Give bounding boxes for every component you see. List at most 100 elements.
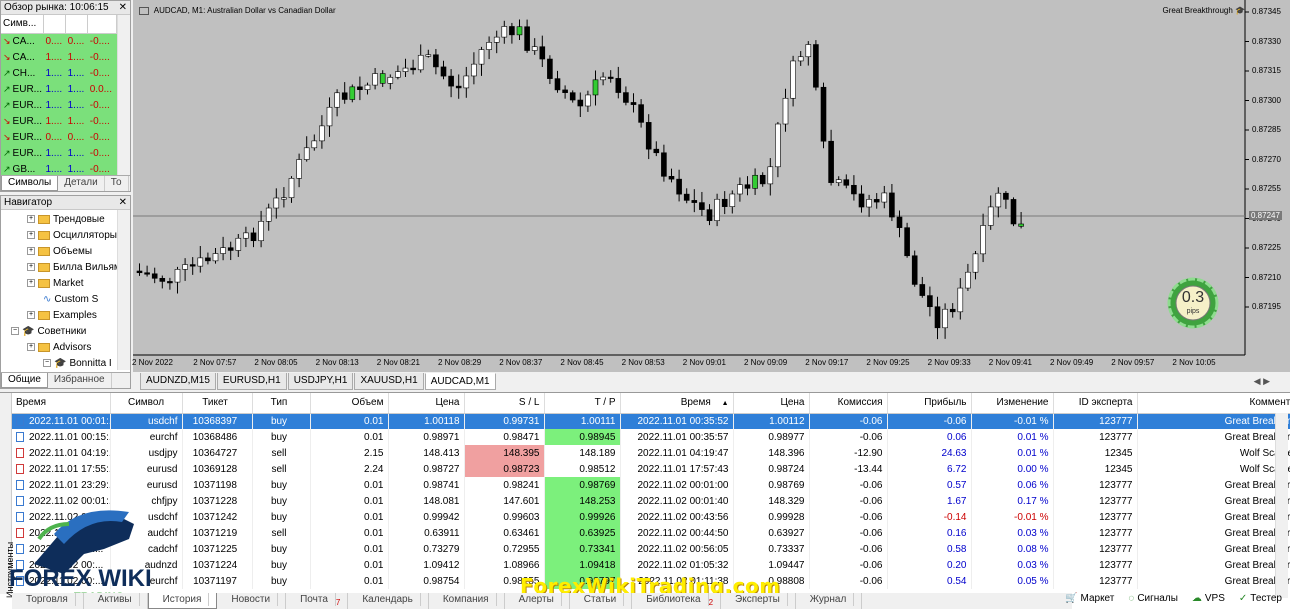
history-row[interactable]: 2022.11.01 23:29:... eurusd 10371198 buy… (12, 477, 1290, 493)
expand-icon[interactable]: − (11, 327, 19, 336)
sort-asc-icon[interactable]: ▲ (722, 400, 729, 407)
history-col-header[interactable]: Объем (310, 393, 389, 414)
chart-tabs-scroll[interactable]: ◀ ▶ (1254, 376, 1270, 387)
market-watch-row[interactable]: ↘ CA... 0.... 0.... -0.... (1, 33, 117, 49)
chart-tab[interactable]: XAUUSD,H1 (354, 373, 424, 390)
expand-icon[interactable]: + (27, 279, 35, 288)
navigator-item[interactable]: ∿ Custom S (1, 292, 130, 308)
market-watch-row[interactable]: ↘ CA... 1.... 1.... -0.... (1, 49, 117, 65)
history-row[interactable]: 2022.11.02 00:... usdchf 10371242 buy 0.… (12, 509, 1290, 525)
tab-symbols[interactable]: Символы (1, 176, 59, 191)
symbol-cell: ↘ CA... (1, 49, 44, 65)
history-col-header[interactable]: S / L (464, 393, 545, 414)
navigator-item[interactable]: − 🎓 Bonnitta I (1, 356, 130, 372)
history-scrollbar[interactable] (1275, 413, 1288, 598)
status-button[interactable]: ✓ Тестер (1239, 593, 1282, 604)
terminal-tab[interactable]: История (147, 593, 218, 609)
navigator-item[interactable]: + Examples (1, 308, 130, 324)
status-button[interactable]: ☁ VPS (1192, 593, 1225, 604)
col-bid[interactable] (43, 15, 67, 34)
expand-icon[interactable]: + (27, 231, 35, 240)
tab-favorites[interactable]: Избранное (48, 373, 112, 388)
market-watch-row[interactable]: ↘ EUR... 0.... 0.... -0.... (1, 129, 117, 145)
market-watch-row[interactable]: ↗ EUR... 1.... 1.... -0.... (1, 97, 117, 113)
market-watch-row[interactable]: ↗ EUR... 1.... 1.... -0.... (1, 145, 117, 161)
history-row[interactable]: 2022.11.01 04:19:... usdjpy 10364727 sel… (12, 445, 1290, 461)
history-col-label: Тип (270, 397, 288, 409)
navigator-item[interactable]: + Объемы (1, 244, 130, 260)
navigator-item[interactable]: + Market (1, 276, 130, 292)
chart-canvas[interactable] (133, 0, 1290, 372)
status-button[interactable]: 🛒 Маркет (1065, 593, 1114, 604)
terminal-tab[interactable]: Журнал (796, 593, 863, 609)
chart-tab[interactable]: AUDNZD,M15 (140, 373, 216, 390)
signal-icon: ◌ (1128, 593, 1135, 604)
terminal-tab[interactable]: Библиотека 2 (632, 593, 722, 609)
chart-tab[interactable]: EURUSD,H1 (216, 373, 287, 390)
terminal-tab[interactable]: Почта 7 (286, 593, 349, 609)
terminal-tab[interactable]: Эксперты (721, 593, 796, 609)
status-button[interactable]: ◌ Сигналы (1128, 593, 1178, 604)
price-chart[interactable]: AUDCAD, M1: Australian Dollar vs Canadia… (132, 0, 1290, 372)
terminal-tab[interactable]: Компания (429, 593, 505, 609)
close-icon[interactable]: ✕ (119, 196, 127, 209)
history-row[interactable]: 2022.11.02 00:... audchf 10371219 sell 0… (12, 525, 1290, 541)
history-col-header[interactable]: Комиссия (809, 393, 888, 414)
market-watch-row[interactable]: ↗ CH... 1.... 1.... -0.... (1, 65, 117, 81)
history-row[interactable]: 2022.11.02 00:... cadchf 10371225 buy 0.… (12, 541, 1290, 557)
chart-tab[interactable]: USDJPY,H1 (287, 373, 354, 390)
col-ask[interactable] (65, 15, 89, 34)
navigator-item[interactable]: + Трендовые (1, 212, 130, 228)
history-col-header[interactable]: Прибыль (887, 393, 972, 414)
navigator-item[interactable]: + Билла Вильямса (1, 260, 130, 276)
history-row[interactable]: 2022.11.01 00:01:... usdchf 10368397 buy… (12, 413, 1290, 429)
navigator-item[interactable]: + Advisors (1, 340, 130, 356)
change-cell: 0.03 % (971, 557, 1054, 573)
expand-icon[interactable]: + (27, 247, 35, 256)
history-col-header[interactable]: Тип (252, 393, 311, 414)
history-col-header[interactable]: Время (12, 393, 111, 414)
sl-cell: 0.99603 (464, 509, 545, 525)
terminal-tab[interactable]: Новости (217, 593, 287, 609)
expand-icon[interactable]: + (27, 263, 35, 272)
graduation-cap-icon: 🎓 (1235, 6, 1245, 15)
history-col-header[interactable]: ID эксперта (1053, 393, 1138, 414)
history-col-header[interactable]: T / P (544, 393, 621, 414)
history-col-header[interactable]: Цена (733, 393, 810, 414)
navigator-item[interactable]: − 🎓 Советники (1, 324, 130, 340)
expand-icon[interactable]: + (27, 311, 35, 320)
tab-trading[interactable]: То (105, 176, 129, 191)
close-icon[interactable]: ✕ (119, 1, 127, 14)
market-watch-row[interactable]: ↘ EUR... 1.... 1.... -0.... (1, 113, 117, 129)
terminal-tab[interactable]: Активы (84, 593, 148, 609)
col-symbol[interactable]: Симв... (1, 15, 44, 34)
expand-icon[interactable]: − (43, 359, 51, 368)
col-change[interactable] (87, 15, 117, 34)
expand-icon[interactable]: + (27, 343, 35, 352)
terminal-tab[interactable]: Календарь (348, 593, 429, 609)
history-col-header[interactable]: Цена (388, 393, 465, 414)
change-cell: -0.... (87, 113, 117, 129)
market-watch-row[interactable]: ↗ EUR... 1.... 1.... 0.0... (1, 81, 117, 97)
expand-icon[interactable]: + (27, 215, 35, 224)
arrow-down-icon: ↘ (3, 51, 11, 62)
bull-candle (600, 76, 606, 81)
terminal-tab[interactable]: Торговля (12, 593, 84, 609)
market-watch-scrollbar[interactable] (117, 15, 130, 175)
history-row[interactable]: 2022.11.01 17:55:... eurusd 10369128 sel… (12, 461, 1290, 477)
terminal-tab[interactable]: Статьи (570, 593, 633, 609)
navigator-scrollbar[interactable] (117, 210, 130, 370)
history-col-header[interactable]: Время ▲ (620, 393, 734, 414)
navigator-item[interactable]: + Осцилляторы (1, 228, 130, 244)
history-col-header[interactable]: Комментарий (1137, 393, 1290, 414)
history-col-header[interactable]: Символ (110, 393, 183, 414)
chart-tab[interactable]: AUDCAD,M1 (424, 373, 496, 390)
terminal-tab[interactable]: Алерты (505, 593, 570, 609)
tab-details[interactable]: Детали (58, 176, 105, 191)
history-row[interactable]: 2022.11.01 00:15:... eurchf 10368486 buy… (12, 429, 1290, 445)
history-col-header[interactable]: Тикет (182, 393, 253, 414)
history-col-header[interactable]: Изменение (971, 393, 1054, 414)
history-row[interactable]: 2022.11.02 00:... audnzd 10371224 buy 0.… (12, 557, 1290, 573)
tab-common[interactable]: Общие (1, 373, 48, 388)
history-row[interactable]: 2022.11.02 00:01:... chfjpy 10371228 buy… (12, 493, 1290, 509)
